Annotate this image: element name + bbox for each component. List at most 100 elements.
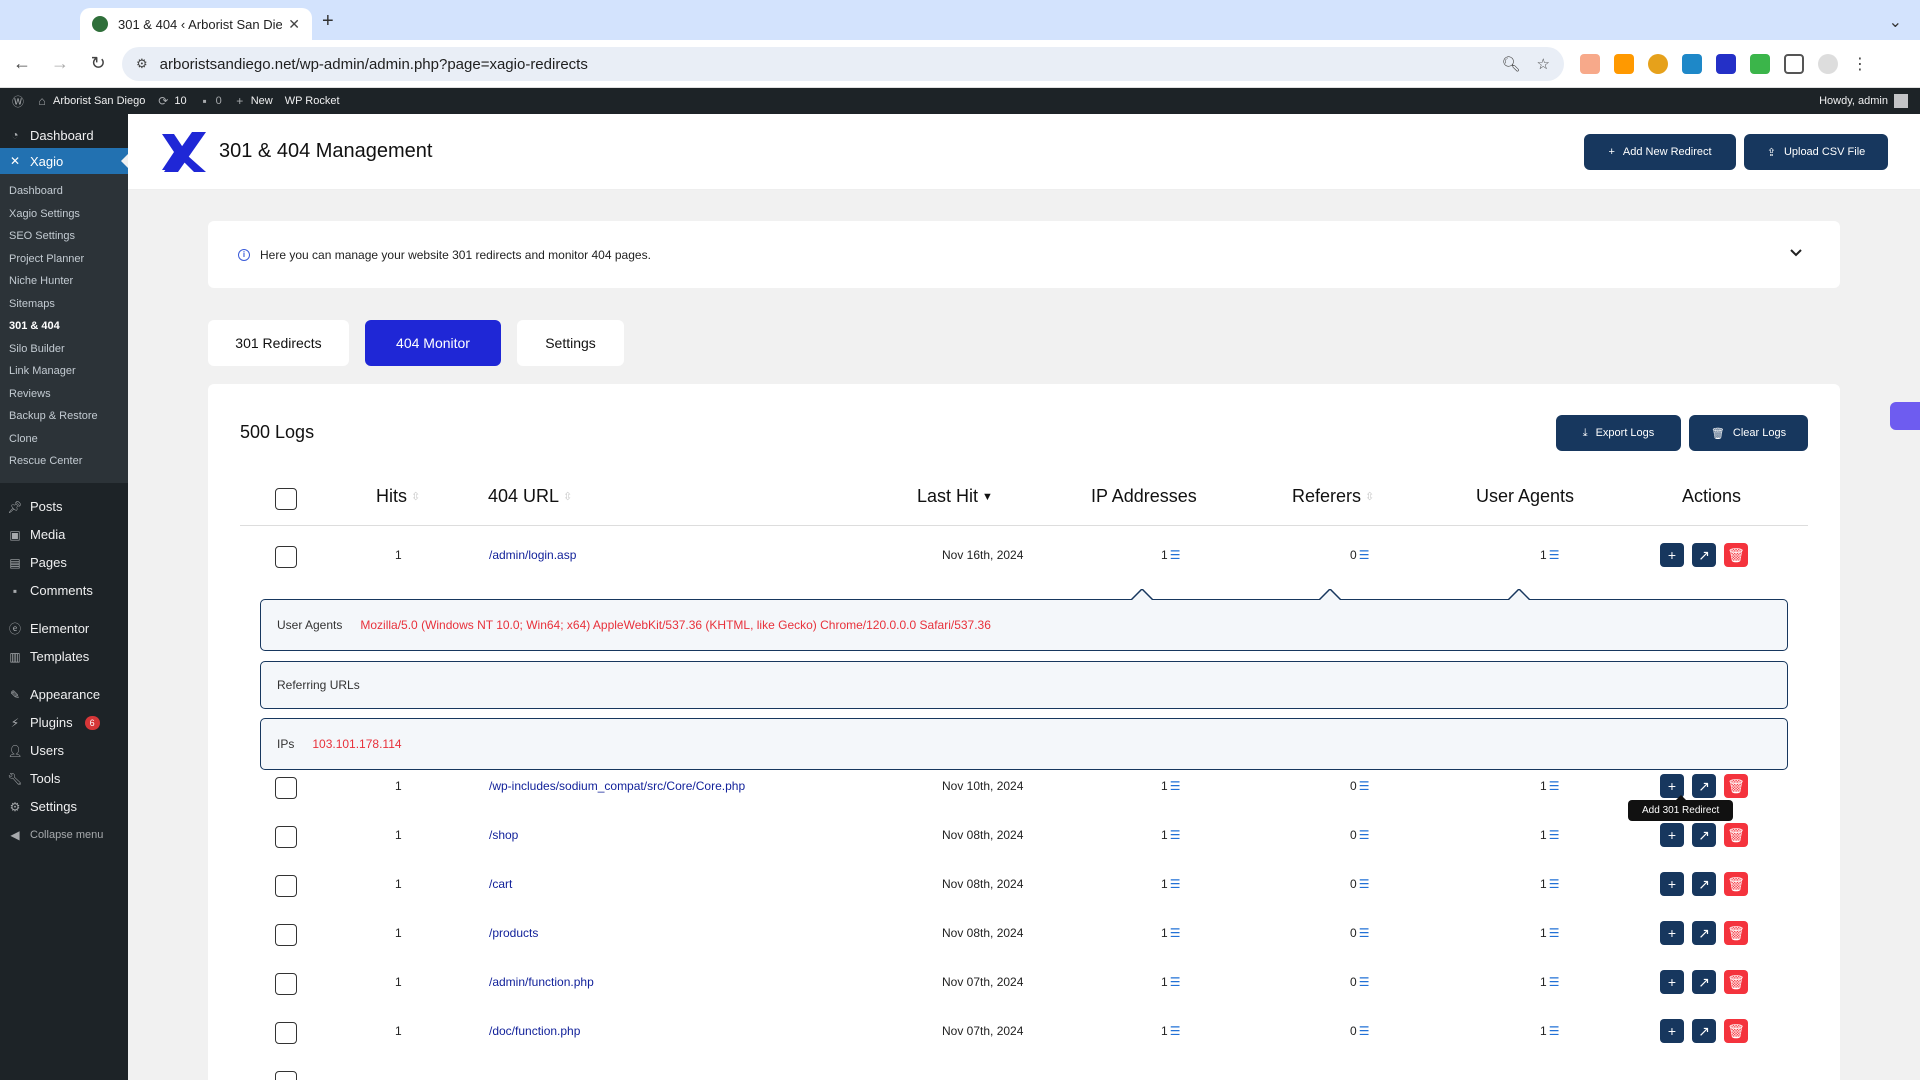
sidebar-item-appearance[interactable]: ✎ Appearance xyxy=(0,681,128,709)
submenu-clone[interactable]: Clone xyxy=(0,428,128,451)
url-link[interactable]: /cart xyxy=(489,877,512,891)
select-all-checkbox[interactable] xyxy=(275,488,297,510)
header-last-hit[interactable]: Last Hit ▼ xyxy=(917,486,993,507)
sidebar-item-posts[interactable]: 📌︎ Posts xyxy=(0,493,128,521)
zoom-icon[interactable]: 🔍︎ xyxy=(1502,55,1521,73)
submenu-reviews[interactable]: Reviews xyxy=(0,383,128,406)
ua-count[interactable]: 1 ☰ xyxy=(1540,1024,1559,1038)
adminbar-comments[interactable]: ▪ 0 xyxy=(199,94,221,108)
sidebar-item-plugins[interactable]: ⚡︎ Plugins 6 xyxy=(0,709,128,737)
ref-count[interactable]: 0 ☰ xyxy=(1350,975,1369,989)
tab-settings[interactable]: Settings xyxy=(517,320,624,366)
submenu-301-404[interactable]: 301 & 404 xyxy=(0,315,128,338)
sidebar-item-pages[interactable]: ▤ Pages xyxy=(0,549,128,577)
submenu-xagio-settings[interactable]: Xagio Settings xyxy=(0,203,128,226)
sidebar-item-elementor[interactable]: ⓔ Elementor xyxy=(0,615,128,643)
submenu-sitemaps[interactable]: Sitemaps xyxy=(0,293,128,316)
bookmark-star-icon[interactable]: ☆ xyxy=(1537,55,1550,73)
amazon-extension-icon[interactable] xyxy=(1614,54,1634,74)
extension-icon[interactable] xyxy=(1580,54,1600,74)
ip-count[interactable]: 1 ☰ xyxy=(1161,779,1180,793)
sidebar-item-comments[interactable]: ▪ Comments xyxy=(0,577,128,605)
adminbar-new[interactable]: + New xyxy=(234,94,273,108)
sidebar-item-dashboard[interactable]: ◔ Dashboard xyxy=(0,122,128,148)
browser-tab[interactable]: 301 & 404 ‹ Arborist San Die… ✕ xyxy=(80,8,312,40)
ua-count[interactable]: 1 ☰ xyxy=(1540,877,1559,891)
open-link-icon[interactable]: ↗ xyxy=(1692,1019,1716,1043)
submenu-dashboard[interactable]: Dashboard xyxy=(0,180,128,203)
open-link-icon[interactable]: ↗ xyxy=(1692,774,1716,798)
row-checkbox[interactable] xyxy=(275,546,297,568)
ua-count[interactable]: 1 ☰ xyxy=(1540,828,1559,842)
open-link-icon[interactable]: ↗ xyxy=(1692,823,1716,847)
ref-count[interactable]: 0 ☰ xyxy=(1350,828,1369,842)
add-redirect-icon[interactable]: + xyxy=(1660,1019,1684,1043)
address-bar[interactable]: ⚙ arboristsandiego.net/wp-admin/admin.ph… xyxy=(122,47,1564,81)
delete-icon[interactable]: 🗑︎ xyxy=(1724,872,1748,896)
ip-count[interactable]: 1 ☰ xyxy=(1161,926,1180,940)
ua-count[interactable]: 1 ☰ xyxy=(1540,779,1559,793)
tab-404-monitor[interactable]: 404 Monitor xyxy=(365,320,501,366)
site-settings-icon[interactable]: ⚙ xyxy=(136,56,148,72)
url-link[interactable]: /wp-includes/sodium_compat/src/Core/Core… xyxy=(489,779,745,793)
extension-icon[interactable] xyxy=(1648,54,1668,74)
export-logs-button[interactable]: ⤓ Export Logs xyxy=(1556,415,1681,451)
url-link[interactable]: /admin/function.php xyxy=(489,975,594,989)
add-redirect-icon[interactable]: + xyxy=(1660,823,1684,847)
chat-widget-icon[interactable] xyxy=(1890,402,1920,430)
clear-logs-button[interactable]: 🗑︎ Clear Logs xyxy=(1689,415,1808,451)
sidebar-item-templates[interactable]: ▥ Templates xyxy=(0,643,128,671)
menu-dots-icon[interactable]: ⋮ xyxy=(1852,54,1868,74)
wp-logo-icon[interactable]: Ⓦ xyxy=(12,95,24,109)
submenu-backup-restore[interactable]: Backup & Restore xyxy=(0,405,128,428)
upload-csv-button[interactable]: ⇪ Upload CSV File xyxy=(1744,134,1888,170)
new-tab-icon[interactable]: + xyxy=(322,10,334,33)
delete-icon[interactable]: 🗑︎ xyxy=(1724,823,1748,847)
row-checkbox[interactable] xyxy=(275,1071,297,1080)
adminbar-wp-rocket[interactable]: WP Rocket xyxy=(285,95,340,107)
close-tab-icon[interactable]: ✕ xyxy=(288,16,300,33)
delete-icon[interactable]: 🗑︎ xyxy=(1724,921,1748,945)
add-redirect-icon[interactable]: + xyxy=(1660,970,1684,994)
submenu-link-manager[interactable]: Link Manager xyxy=(0,360,128,383)
sidebar-item-users[interactable]: 👤︎ Users xyxy=(0,737,128,765)
submenu-seo-settings[interactable]: SEO Settings xyxy=(0,225,128,248)
sidebar-item-settings[interactable]: ⚙ Settings xyxy=(0,793,128,821)
ref-count[interactable]: 0 ☰ xyxy=(1350,548,1369,562)
sidebar-item-media[interactable]: ▣ Media xyxy=(0,521,128,549)
adminbar-updates[interactable]: ⟳ 10 xyxy=(157,94,186,108)
row-checkbox[interactable] xyxy=(275,1022,297,1044)
add-redirect-icon[interactable]: + xyxy=(1660,872,1684,896)
url-link[interactable]: /admin/login.asp xyxy=(489,548,576,562)
ref-count[interactable]: 0 ☰ xyxy=(1350,1024,1369,1038)
sidebar-item-xagio[interactable]: ✕ Xagio xyxy=(0,148,128,174)
ref-count[interactable]: 0 ☰ xyxy=(1350,926,1369,940)
ip-count[interactable]: 1 ☰ xyxy=(1161,548,1180,562)
header-referers[interactable]: Referers ⇳ xyxy=(1292,486,1374,507)
ip-count[interactable]: 1 ☰ xyxy=(1161,877,1180,891)
adminbar-account[interactable]: Howdy, admin xyxy=(1819,88,1908,114)
row-checkbox[interactable] xyxy=(275,875,297,897)
submenu-project-planner[interactable]: Project Planner xyxy=(0,248,128,271)
delete-icon[interactable]: 🗑︎ xyxy=(1724,543,1748,567)
ua-count[interactable]: 1 ☰ xyxy=(1540,975,1559,989)
open-link-icon[interactable]: ↗ xyxy=(1692,872,1716,896)
collapse-menu-button[interactable]: ◀ Collapse menu xyxy=(0,821,128,849)
delete-icon[interactable]: 🗑︎ xyxy=(1724,970,1748,994)
row-checkbox[interactable] xyxy=(275,777,297,799)
ip-count[interactable]: 1 ☰ xyxy=(1161,828,1180,842)
submenu-silo-builder[interactable]: Silo Builder xyxy=(0,338,128,361)
profile-avatar-icon[interactable] xyxy=(1818,54,1838,74)
header-404-url[interactable]: 404 URL ⇳ xyxy=(488,486,572,507)
add-new-redirect-button[interactable]: + Add New Redirect xyxy=(1584,134,1736,170)
ip-count[interactable]: 1 ☰ xyxy=(1161,975,1180,989)
ua-count[interactable]: 1 ☰ xyxy=(1540,548,1559,562)
tab-301-redirects[interactable]: 301 Redirects xyxy=(208,320,349,366)
ref-count[interactable]: 0 ☰ xyxy=(1350,877,1369,891)
adminbar-site[interactable]: ⌂ Arborist San Diego xyxy=(36,94,145,108)
row-checkbox[interactable] xyxy=(275,826,297,848)
back-icon[interactable]: ← xyxy=(12,53,32,74)
ref-count[interactable]: 0 ☰ xyxy=(1350,779,1369,793)
chevron-down-icon[interactable] xyxy=(1788,245,1804,261)
delete-icon[interactable]: 🗑︎ xyxy=(1724,1019,1748,1043)
